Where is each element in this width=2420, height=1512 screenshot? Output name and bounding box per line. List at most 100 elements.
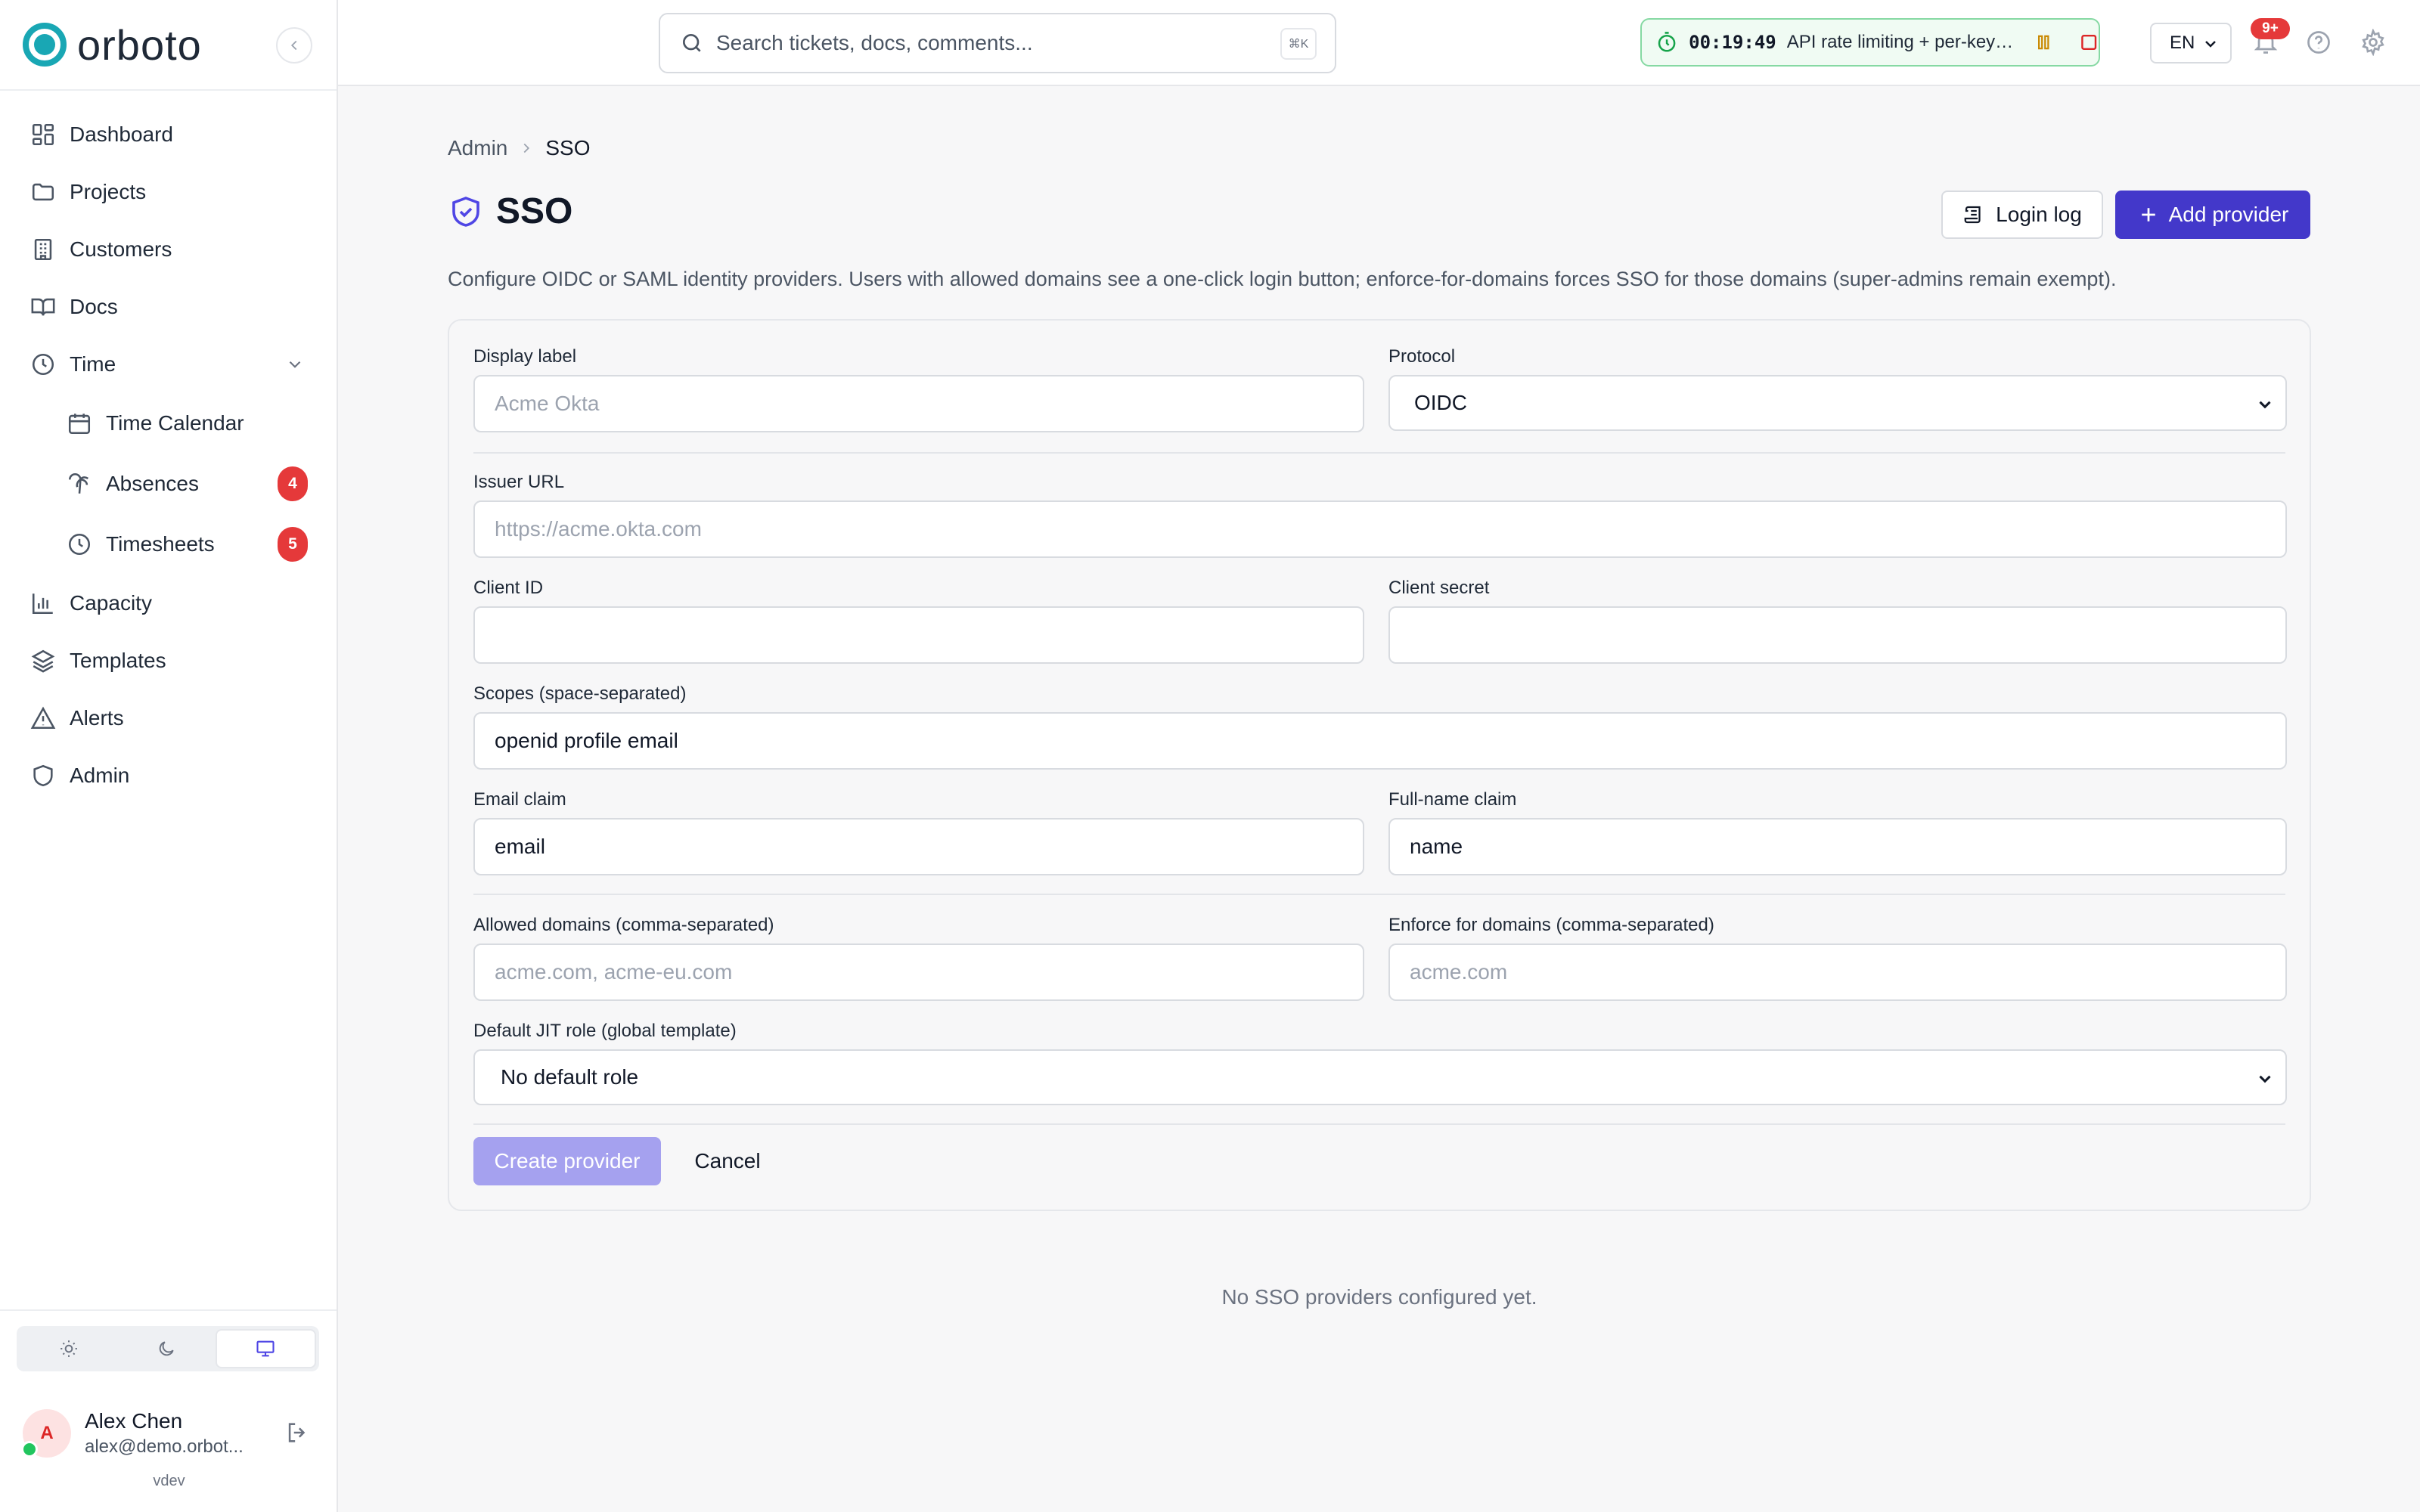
sidebar-item-dashboard[interactable]: Dashboard [0,106,337,163]
timer-elapsed: 00:19:49 [1689,32,1776,53]
sidebar-item-timesheets[interactable]: Timesheets 5 [0,514,337,575]
client-id-label: Client ID [473,578,544,598]
add-provider-label: Add provider [2168,203,2289,226]
calendar-icon [68,414,91,435]
page-title: SSO [496,191,573,231]
logout-icon[interactable] [284,1420,310,1445]
clock-icon [68,533,91,556]
provider-form: Display label Acme Okta Protocol OIDC Is… [448,319,2311,1211]
search-placeholder: Search tickets, docs, comments... [716,31,1033,54]
shield-check-icon [452,196,479,227]
login-log-label: Login log [1996,203,2082,226]
language-select[interactable]: EN [2150,23,2232,64]
chevron-down-icon [2259,1075,2271,1083]
running-timer[interactable]: 00:19:49 API rate limiting + per-key ... [1640,18,2100,67]
page-header: SSO [448,191,572,232]
stopwatch-icon [1658,32,1676,52]
scopes-label: Scopes (space-separated) [473,683,687,704]
shield-icon [33,764,53,787]
breadcrumb: Admin SSO [448,136,591,160]
enforce-domains-field[interactable]: acme.com [1388,943,2287,1001]
sidebar-item-label: Time [70,352,116,376]
sidebar-item-label: Time Calendar [106,411,244,435]
breadcrumb-admin-link[interactable]: Admin [448,136,507,160]
building-icon [34,238,52,261]
default-role-value: No default role [501,1065,639,1089]
display-label-field[interactable]: Acme Okta [473,375,1364,432]
sidebar-item-customers[interactable]: Customers [0,221,337,278]
sidebar-item-time[interactable]: Time [0,336,337,393]
sidebar-item-alerts[interactable]: Alerts [0,689,337,747]
sidebar-item-label: Capacity [70,591,152,615]
issuer-url-field[interactable]: https://acme.okta.com [473,500,2287,558]
folder-icon [32,183,54,201]
full-name-claim-field[interactable]: name [1388,818,2287,875]
book-icon [31,298,55,316]
allowed-domains-field[interactable]: acme.com, acme-eu.com [473,943,1364,1001]
email-claim-field[interactable]: email [473,818,1364,875]
dashboard-icon [32,123,54,146]
divider [473,452,2285,454]
client-secret-field[interactable] [1388,606,2287,664]
sidebar-item-time-calendar[interactable]: Time Calendar [0,393,337,454]
protocol-select[interactable]: OIDC [1388,375,2287,431]
create-provider-button[interactable]: Create provider [473,1137,661,1185]
login-log-button[interactable]: Login log [1941,191,2103,239]
plus-icon [2141,208,2155,222]
timesheets-count-badge: 5 [278,527,308,562]
sidebar-item-label: Admin [70,764,130,787]
user-name: Alex Chen [85,1409,183,1433]
add-provider-button[interactable]: Add provider [2115,191,2310,239]
sidebar-item-label: Docs [70,295,118,318]
divider [0,1309,337,1311]
user-profile[interactable]: A Alex Chen alex@demo.orbot... [21,1405,318,1462]
protocol-label: Protocol [1388,346,1456,367]
stop-icon[interactable] [2079,32,2099,53]
gear-icon[interactable] [2360,29,2387,56]
sun-icon [60,1340,77,1357]
breadcrumb-current: SSO [545,136,591,160]
search-input[interactable]: Search tickets, docs, comments... ⌘K [659,13,1336,73]
protocol-value: OIDC [1414,391,1467,414]
logo[interactable]: orboto [0,0,337,91]
pause-icon[interactable] [2034,33,2052,52]
sidebar-item-label: Alerts [70,706,124,730]
collapse-sidebar-button[interactable] [276,27,312,64]
chevron-down-icon [2205,41,2216,48]
chevron-right-icon [523,143,530,153]
language-value: EN [2170,33,2195,53]
theme-light-button[interactable] [20,1329,117,1368]
sidebar-item-admin[interactable]: Admin [0,747,337,804]
client-id-field[interactable] [473,606,1364,664]
avatar-initial: A [40,1423,54,1443]
topbar: Search tickets, docs, comments... ⌘K 00:… [338,0,2420,86]
notifications-badge: 9+ [2251,18,2290,39]
theme-dark-button[interactable] [117,1329,215,1368]
clock-icon [32,353,54,376]
theme-system-button[interactable] [215,1329,316,1368]
palm-tree-icon [68,472,89,494]
sidebar-item-projects[interactable]: Projects [0,163,337,221]
sidebar-item-label: Timesheets [106,532,215,556]
chevron-down-icon [289,361,301,368]
scopes-field[interactable]: openid profile email [473,712,2287,770]
divider [473,894,2285,895]
help-icon[interactable] [2305,29,2332,56]
warning-icon [30,706,56,730]
bar-chart-icon [32,593,53,615]
moon-icon [159,1341,174,1356]
sidebar-item-capacity[interactable]: Capacity [0,575,337,632]
search-icon [683,34,701,52]
user-email: alex@demo.orbot... [85,1436,244,1457]
default-role-select[interactable]: No default role [473,1049,2287,1105]
display-label-label: Display label [473,346,577,367]
logo-icon [23,23,67,67]
sidebar-item-label: Dashboard [70,122,173,146]
sidebar-item-docs[interactable]: Docs [0,278,337,336]
sidebar-item-label: Templates [70,649,166,672]
sidebar-item-label: Customers [70,237,172,261]
sidebar-item-templates[interactable]: Templates [0,632,337,689]
sidebar-item-absences[interactable]: Absences 4 [0,454,337,514]
empty-state-message: No SSO providers configured yet. [1221,1285,1537,1309]
cancel-button[interactable]: Cancel [676,1137,779,1185]
